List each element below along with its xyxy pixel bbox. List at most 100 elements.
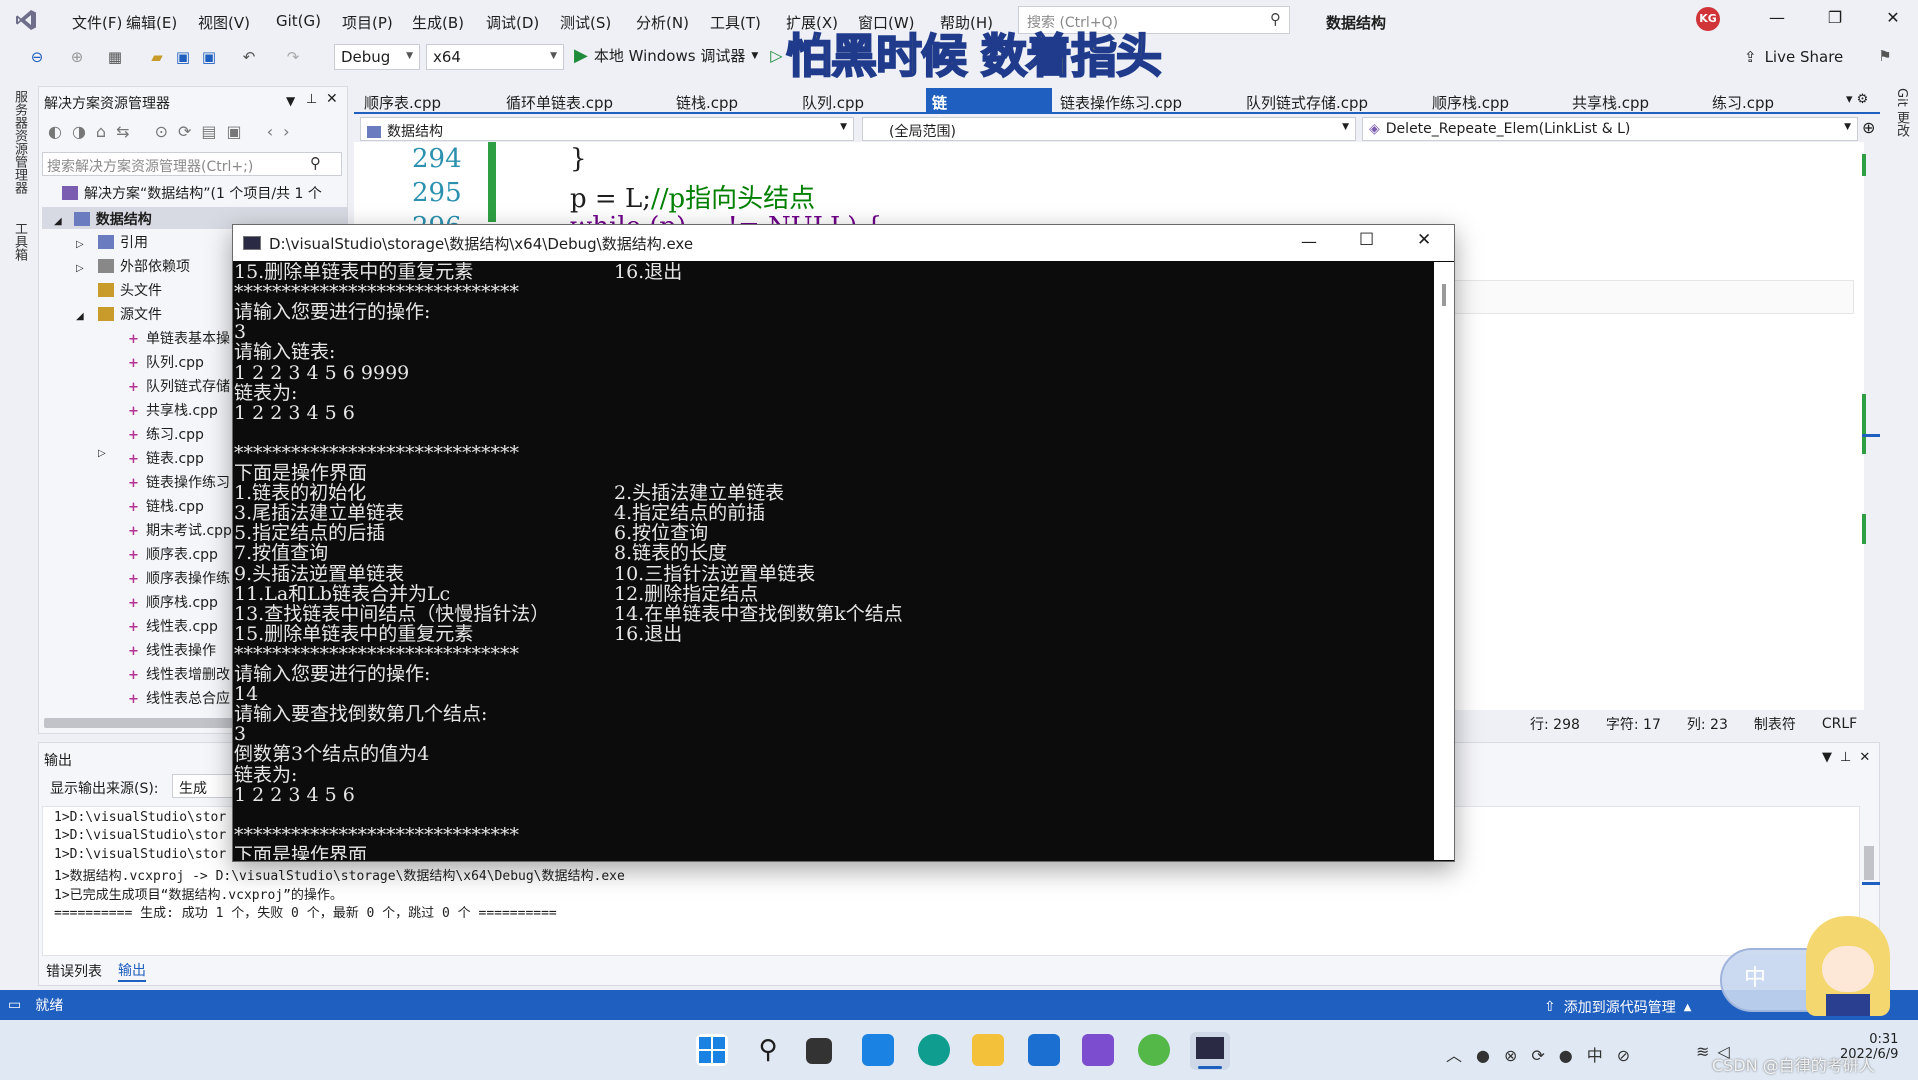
solution-explorer-toolbar[interactable]: ◐◑⌂⇆ ⊙⟳▤▣ ‹› [48,122,300,141]
file-item[interactable]: + 线性表操作 [128,640,232,660]
expand-chevron-icon[interactable]: ▷ [76,263,84,274]
status-tab[interactable]: 制表符 [1754,714,1796,734]
tree-node[interactable]: 头文件 [76,280,162,300]
menu-item[interactable]: 调试(D) [486,12,539,33]
file-item[interactable]: + 线性表增删改 [128,664,232,684]
file-item[interactable]: + 链表.cpp [128,448,232,468]
file-item[interactable]: + 线性表总合应 [128,688,232,708]
visual-studio-logo-icon[interactable] [14,8,38,32]
file-item[interactable]: + 顺序栈.cpp [128,592,232,612]
save-all-icon[interactable]: ▣ [200,48,218,66]
configuration-select[interactable]: Debug ▼ [334,44,420,70]
console-title-bar[interactable]: D:\visualStudio\storage\数据结构\x64\Debug\数… [233,225,1454,261]
output-panel-controls[interactable]: ▼⊥✕ [1822,750,1878,765]
feedback-icon[interactable]: ⚑ [1876,47,1894,65]
task-view-icon[interactable] [806,1038,832,1064]
forward-icon[interactable]: ⊕ [68,48,86,66]
system-tray-icons[interactable]: ︿●⊗⟳●中⊘ [1446,1042,1644,1066]
editor-tab[interactable]: 链表操作练习.cpp [1060,92,1182,113]
menu-item[interactable]: 测试(S) [560,12,611,33]
undo-icon[interactable]: ↶ [240,48,258,66]
tree-node[interactable]: ▷ 引用 [76,232,148,252]
git-changes-tab[interactable]: Git 更改 [1892,88,1911,137]
editor-tab[interactable]: 链栈.cpp [676,92,738,113]
file-item[interactable]: + 期末考试.cpp [128,520,232,540]
solution-node[interactable]: 解决方案“数据结构”(1 个项目/共 1 个 [62,183,322,203]
file-item[interactable]: + 练习.cpp [128,424,232,444]
split-editor-icon[interactable]: ⊕ [1862,118,1875,137]
panel-menu-icon[interactable]: ▼ [286,94,295,108]
start-debugging-button[interactable]: ▶ 本地 Windows 调试器 ▼ ▷ [574,45,783,66]
menu-item[interactable]: 生成(B) [412,12,464,33]
add-to-source-control-button[interactable]: ⇧ 添加到源代码管理 ▲ [1544,997,1691,1017]
redo-icon[interactable]: ↷ [284,48,302,66]
console-maximize-icon[interactable]: ☐ [1359,230,1374,250]
expand-chevron-icon[interactable]: ▷ [76,239,84,250]
mail-icon[interactable] [1028,1034,1060,1066]
menu-item[interactable]: 分析(N) [636,12,689,33]
platform-select[interactable]: x64 ▼ [426,44,564,70]
project-nav-select[interactable]: 数据结构 ▼ [360,117,854,141]
start-icon[interactable] [696,1034,728,1066]
new-project-icon[interactable]: ▦ [106,48,124,66]
function-nav-select[interactable]: ◈ Delete_Repeate_Elem(LinkList & L) ▼ [1362,117,1858,141]
pin-icon[interactable]: ⊥ [306,92,317,107]
editor-tab[interactable]: 顺序栈.cpp [1432,92,1509,113]
expand-chevron-icon[interactable]: ◢ [76,311,84,322]
menu-item[interactable]: Git(G) [276,12,321,30]
console-taskbar-icon[interactable] [1190,1032,1230,1070]
file-item[interactable]: + 队列.cpp [128,352,232,372]
open-folder-icon[interactable]: ▰ [148,48,166,66]
editor-tab[interactable]: 顺序表.cpp [364,92,441,113]
console-output[interactable]: 15.删除单链表中的重复元素 16.退出 *********************… [234,262,1434,860]
live-share-button[interactable]: ⇪ Live Share [1744,48,1843,66]
music-app-icon[interactable] [1138,1034,1170,1066]
search-icon[interactable]: ⚲ [752,1034,784,1066]
save-icon[interactable]: ▣ [174,48,192,66]
widgets-icon[interactable] [862,1034,894,1066]
solution-search-input[interactable]: 搜索解决方案资源管理器(Ctrl+;) ⚲ [42,152,342,176]
visual-studio-icon[interactable] [1082,1034,1114,1066]
scope-nav-select[interactable]: (全局范围) ▼ [862,117,1356,141]
menu-item[interactable]: 视图(V) [198,12,250,33]
editor-tab[interactable]: 循环单链表.cpp [506,92,613,113]
edge-icon[interactable] [918,1034,950,1066]
console-close-icon[interactable]: ✕ [1417,230,1431,250]
expand-chevron-icon[interactable]: ▷ [98,448,106,459]
avatar[interactable]: KG [1696,7,1720,31]
file-item[interactable]: + 顺序表操作练 [128,568,232,588]
close-panel-icon[interactable]: ✕ [326,91,338,107]
tab-error-list[interactable]: 错误列表 [46,961,102,981]
tab-output[interactable]: 输出 [118,960,146,982]
maximize-icon[interactable]: ❐ [1820,8,1850,32]
file-item[interactable]: + 链栈.cpp [128,496,232,516]
console-scrollbar[interactable] [1434,262,1454,860]
file-item[interactable]: + 单链表基本操 [128,328,232,348]
menu-item[interactable]: 文件(F) [72,12,122,33]
file-explorer-icon[interactable] [972,1034,1004,1066]
toolbox-tab[interactable]: 工具箱 [10,222,29,261]
file-item[interactable]: + 顺序表.cpp [128,544,232,564]
editor-tab[interactable]: 共享栈.cpp [1572,92,1649,113]
file-item[interactable]: + 共享栈.cpp [128,400,232,420]
menu-item[interactable]: 项目(P) [342,12,393,33]
minimize-icon[interactable]: — [1762,8,1792,32]
console-minimize-icon[interactable]: — [1301,232,1317,251]
menu-item[interactable]: 工具(T) [710,12,761,33]
file-item[interactable]: + 队列链式存储 [128,376,232,396]
status-eol[interactable]: CRLF [1822,716,1857,732]
back-icon[interactable]: ⊖ [28,48,46,66]
tab-overflow-icon[interactable]: ▾ ⚙ [1846,92,1868,107]
file-item[interactable]: + 线性表.cpp [128,616,232,636]
editor-tab[interactable]: 练习.cpp [1712,92,1774,113]
editor-tab[interactable]: 队列.cpp [802,92,864,113]
close-icon[interactable]: ✕ [1878,8,1908,32]
editor-tab[interactable]: 队列链式存储.cpp [1246,92,1368,113]
tab-lianbiao-active[interactable]: 链表.cpp*⊣✕ [926,88,1052,133]
server-explorer-tab[interactable]: 服务器资源管理器 [10,90,29,194]
tree-node[interactable]: ▷ 外部依赖项 [76,256,190,276]
file-item[interactable]: + 链表操作练习 [128,472,232,492]
menu-item[interactable]: 编辑(E) [126,12,177,33]
vertical-scrollbar[interactable] [1862,144,1880,704]
tree-node[interactable]: ◢ 源文件 [76,304,162,324]
